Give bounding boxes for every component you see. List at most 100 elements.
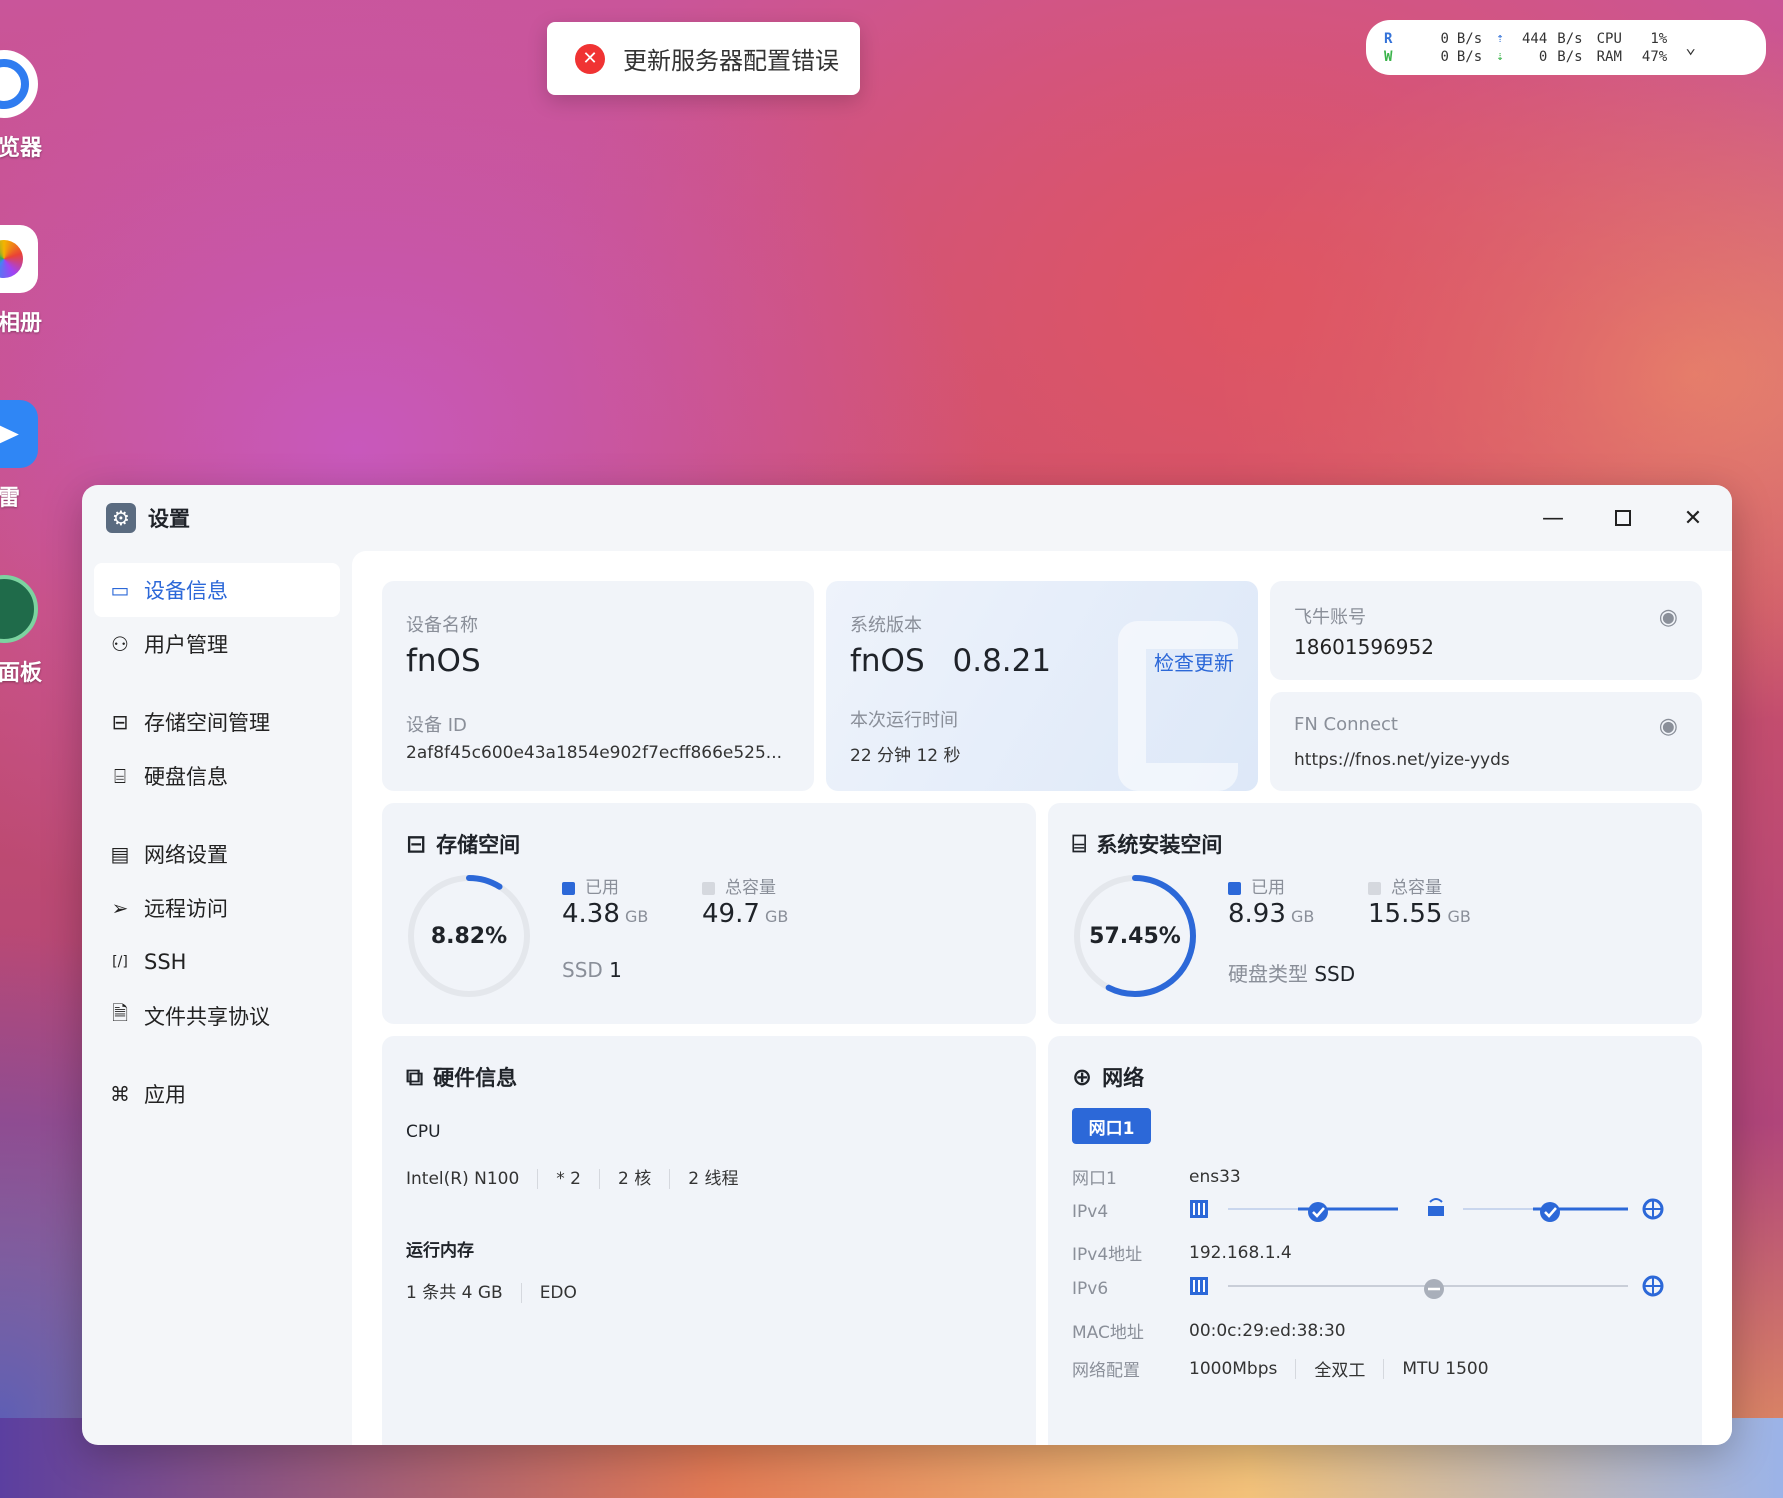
send-icon: ➢ [111, 896, 129, 920]
read-speed: 0 [1440, 30, 1449, 47]
router-icon [1428, 1206, 1444, 1216]
net-speeds: 444 0 [1522, 30, 1547, 66]
storage-icon: ⊟ [406, 830, 427, 858]
eye-icon[interactable]: ◉ [1659, 605, 1678, 630]
download-speed: 0 [1538, 48, 1548, 65]
sidebar-item-remote[interactable]: ➢ 远程访问 [94, 881, 340, 935]
sidebar-item-label: 硬盘信息 [144, 765, 228, 789]
window-controls: — ✕ [1506, 499, 1716, 537]
unit-label: GB [1447, 907, 1471, 926]
sidebar-item-label: 远程访问 [144, 897, 228, 921]
sidebar-item-storage[interactable]: ⊟ 存储空间管理 [94, 695, 340, 749]
port-label: 网口1 [1072, 1169, 1117, 1189]
desktop-icon-label: 览器 [0, 136, 43, 161]
sidebar-item-ssh[interactable]: [/] SSH [94, 935, 340, 989]
system-percent: 57.45% [1089, 924, 1181, 949]
chevron-down-icon[interactable]: ⌄ [1685, 37, 1696, 58]
ram-label: 运行内存 [406, 1241, 474, 1261]
network-title: 网络 [1102, 1066, 1145, 1090]
apps-icon: ⌘ [110, 1082, 130, 1106]
fn-connect-url: https://fnos.net/yize-yyds [1294, 750, 1510, 770]
error-toast: ✕ 更新服务器配置错误 [547, 22, 860, 95]
version-label: 系统版本 [850, 615, 922, 636]
device-name-label: 设备名称 [406, 615, 478, 636]
main-content: 设备名称 fnOS 设备 ID 2af8f45c600e43a1854e902f… [352, 551, 1732, 1445]
sidebar-item-device-info[interactable]: ▭ 设备信息 [94, 563, 340, 617]
account-value: 18601596952 [1294, 635, 1434, 659]
duplex-mode: 全双工 [1314, 1361, 1366, 1381]
total-label: 总容量 [725, 878, 776, 898]
link-speed: 1000Mbps [1189, 1358, 1278, 1379]
uptime-label: 本次运行时间 [850, 710, 958, 731]
disk-type-label: 硬盘类型 [1228, 962, 1308, 986]
system-total: 15.55 [1368, 899, 1443, 929]
maximize-button[interactable] [1600, 499, 1646, 537]
net-units: B/s B/s [1557, 30, 1582, 66]
sidebar-item-label: 设备信息 [144, 579, 228, 603]
storage-total: 49.7 [702, 899, 760, 929]
thunder-icon: ➤ [0, 400, 38, 468]
mtu-value: MTU 1500 [1402, 1358, 1489, 1379]
unit-label: B/s [1456, 30, 1483, 47]
unit-label: B/s [1557, 48, 1583, 65]
tab-port-1[interactable]: 网口1 [1072, 1108, 1151, 1144]
mac-label: MAC地址 [1072, 1323, 1144, 1343]
port-value: ens33 [1189, 1166, 1241, 1187]
title-bar[interactable]: ⚙ 设置 — ✕ [82, 485, 1732, 551]
system-install-title: 系统安装空间 [1096, 833, 1223, 857]
desktop-icon-label: 雷 [0, 486, 21, 511]
sidebar-item-apps[interactable]: ⌘ 应用 [94, 1067, 340, 1121]
ram-type: EDO [539, 1283, 577, 1303]
storage-percent: 8.82% [431, 924, 507, 949]
device-id-label: 设备 ID [406, 715, 467, 736]
account-card: 飞牛账号 18601596952 ◉ [1270, 581, 1702, 680]
sidebar-item-label: 网络设置 [144, 843, 228, 867]
ipv6-connection-diagram [1190, 1275, 1664, 1299]
close-button[interactable]: ✕ [1670, 499, 1716, 537]
desktop-icon-browser[interactable]: 览器 [0, 50, 80, 162]
cpu-value: 1% [1650, 30, 1668, 47]
sidebar-item-network[interactable]: ▤ 网络设置 [94, 827, 340, 881]
minimize-button[interactable]: — [1530, 499, 1576, 537]
hardware-title: 硬件信息 [433, 1066, 518, 1090]
ipv4-connection-diagram [1190, 1198, 1664, 1222]
disk-icon: ⌸ [1072, 830, 1087, 858]
ssd-label: SSD [562, 958, 603, 982]
panel-icon [0, 575, 38, 643]
globe-icon: ⊕ [1072, 1063, 1093, 1091]
os-version: 0.8.21 [952, 643, 1052, 679]
upload-icon: ⇡ [1496, 30, 1504, 46]
desktop-icon-thunder[interactable]: ➤ 雷 [0, 400, 80, 512]
system-install-card[interactable]: ⌸ 系统安装空间 57.45% 已用 8.93 GB 总容量 15.55 GB [1048, 803, 1702, 1024]
mac-address: 00:0c:29:ed:38:30 [1189, 1320, 1346, 1341]
used-label: 已用 [1251, 878, 1285, 898]
sidebar-item-label: 文件共享协议 [144, 1005, 270, 1029]
check-update-link[interactable]: 检查更新 [1154, 647, 1234, 676]
disk-type: SSD [1314, 962, 1356, 986]
system-version-card: 系统版本 fnOS 0.8.21 检查更新 本次运行时间 22 分钟 12 秒 [826, 581, 1258, 791]
system-monitor-widget[interactable]: R W 0 0 B/s B/s ⇡ ⇣ 444 0 B/s B/s CPU RA… [1366, 20, 1766, 75]
download-icon: ⇣ [1496, 48, 1504, 64]
rw-labels: R W [1384, 30, 1392, 66]
desktop-icon-photos[interactable]: 相册 [0, 225, 80, 337]
ipv6-label: IPv6 [1072, 1279, 1109, 1299]
upload-speed: 444 [1522, 30, 1548, 47]
unit-label: GB [624, 907, 649, 926]
sidebar-item-users[interactable]: ⚇ 用户管理 [94, 617, 340, 671]
eye-icon[interactable]: ◉ [1659, 714, 1678, 739]
cpu-model: Intel(R) N100 [406, 1169, 520, 1189]
storage-used: 4.38 [562, 899, 620, 929]
rw-speeds: 0 0 [1440, 30, 1448, 66]
desktop-icon-panel[interactable]: 面板 [0, 575, 80, 687]
total-legend-square [1368, 881, 1381, 895]
storage-card[interactable]: ⊟ 存储空间 8.82% 已用 4.38 GB 总容量 49.7 GB SSD … [382, 803, 1036, 1024]
device-name: fnOS [406, 643, 481, 679]
os-name: fnOS [850, 643, 925, 679]
sidebar-item-disk[interactable]: ⌸ 硬盘信息 [94, 749, 340, 803]
sidebar-item-label: 用户管理 [144, 633, 228, 657]
browser-icon [0, 50, 38, 118]
cpu-threads: 2 线程 [688, 1169, 739, 1189]
settings-window: ⚙ 设置 — ✕ ▭ 设备信息 ⚇ 用户管理 ⊟ 存储空间管理 ⌸ 硬盘信息 ▤… [82, 485, 1732, 1445]
settings-gear-icon: ⚙ [106, 503, 136, 533]
sidebar-item-file-share[interactable]: 🗎 文件共享协议 [94, 989, 340, 1043]
